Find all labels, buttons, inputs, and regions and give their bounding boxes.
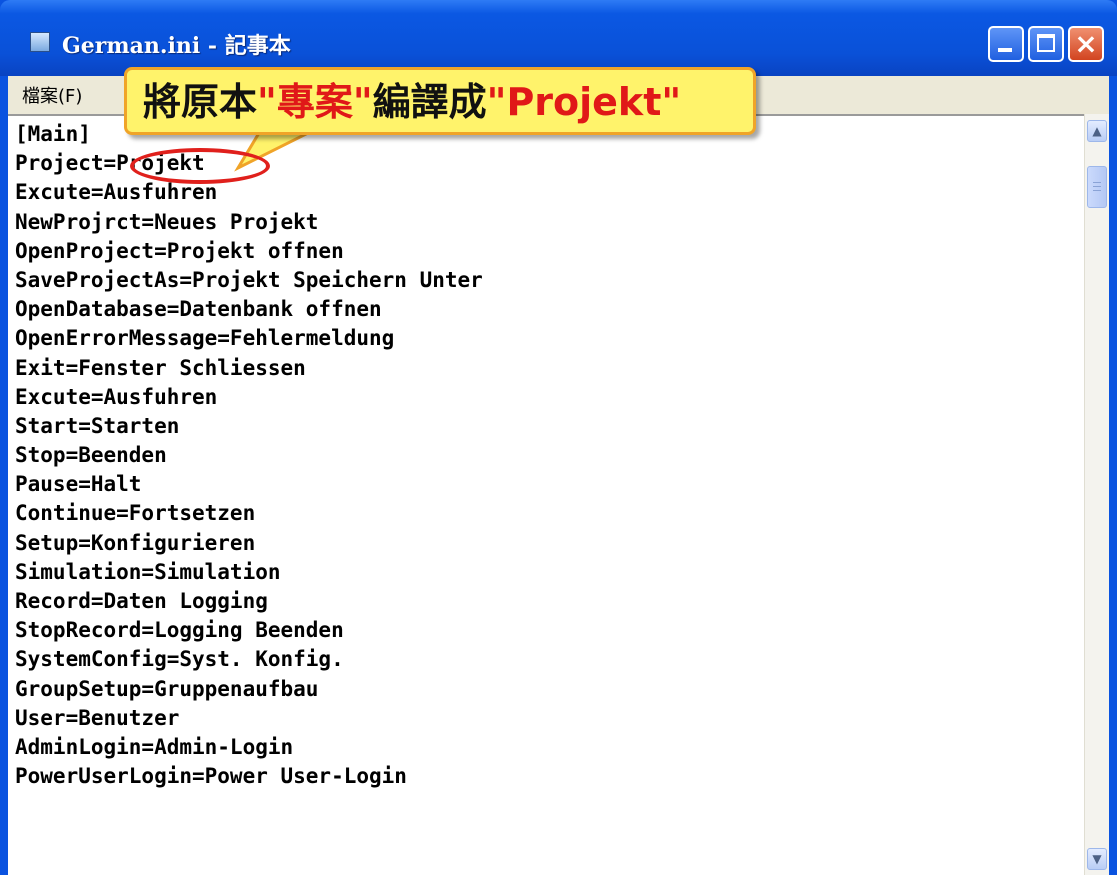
text-line: SaveProjectAs=Projekt Speichern Unter xyxy=(15,267,483,292)
annotation-source-term: "專案" xyxy=(257,80,373,124)
maximize-button[interactable] xyxy=(1028,26,1064,62)
text-line: User=Benutzer xyxy=(15,705,180,730)
menu-item-file[interactable]: 檔案(F) xyxy=(22,82,82,108)
minimize-icon xyxy=(998,48,1012,52)
text-line: Stop=Beenden xyxy=(15,443,167,468)
text-line: AdminLogin=Admin-Login xyxy=(15,734,294,759)
grip-line xyxy=(1093,186,1101,187)
text-line: Exit=Fenster Schliessen xyxy=(15,355,306,380)
annotation-prefix: 將原本 xyxy=(143,80,258,124)
scroll-down-button[interactable]: ▼ xyxy=(1087,848,1107,870)
text-line: OpenErrorMessage=Fehlermeldung xyxy=(15,326,395,351)
annotation-target-term: "Projekt" xyxy=(486,80,682,124)
scroll-up-button[interactable]: ▲ xyxy=(1087,120,1107,142)
text-line: PowerUserLogin=Power User-Login xyxy=(15,764,407,789)
editor-text: [Main] Project=Projekt Excute=Ausfuhren New… xyxy=(15,120,483,791)
vertical-scrollbar[interactable]: ▲ ▼ xyxy=(1084,114,1109,875)
title-bar[interactable]: German.ini - 記事本 × xyxy=(0,0,1117,76)
chevron-up-icon: ▲ xyxy=(1092,124,1102,138)
annotation-callout: 將原本"專案"編譯成"Projekt" xyxy=(124,67,756,135)
text-line: Pause=Halt xyxy=(15,472,142,497)
text-line: Start=Starten xyxy=(15,413,180,438)
annotation-text: 將原本"專案"編譯成"Projekt" xyxy=(143,76,681,128)
text-line: OpenDatabase=Datenbank offnen xyxy=(15,297,382,322)
minimize-button[interactable] xyxy=(988,26,1024,62)
text-line: NewProjrct=Neues Projekt xyxy=(15,209,319,234)
close-icon: × xyxy=(1074,27,1098,60)
text-line: SystemConfig=Syst. Konfig. xyxy=(15,647,344,672)
text-editor[interactable]: [Main] Project=Projekt Excute=Ausfuhren New… xyxy=(8,114,1109,875)
text-line: Excute=Ausfuhren xyxy=(15,180,218,205)
maximize-icon xyxy=(1037,34,1055,52)
text-line: Continue=Fortsetzen xyxy=(15,501,256,526)
window-title: German.ini - 記事本 xyxy=(62,33,291,59)
notepad-icon xyxy=(30,32,50,52)
highlight-circle xyxy=(130,148,270,184)
text-line: Setup=Konfigurieren xyxy=(15,530,256,555)
scroll-thumb[interactable] xyxy=(1087,166,1107,208)
annotation-middle: 編譯成 xyxy=(372,80,487,124)
text-line: OpenProject=Projekt offnen xyxy=(15,238,344,263)
text-line: Excute=Ausfuhren xyxy=(15,384,218,409)
text-line: Simulation=Simulation xyxy=(15,559,281,584)
text-line: StopRecord=Logging Beenden xyxy=(15,618,344,643)
grip-line xyxy=(1093,182,1101,183)
chevron-down-icon: ▼ xyxy=(1092,852,1102,866)
text-line: Record=Daten Logging xyxy=(15,589,268,613)
close-button[interactable]: × xyxy=(1068,26,1104,62)
grip-line xyxy=(1093,190,1101,191)
text-line: GroupSetup=Gruppenaufbau xyxy=(15,676,319,701)
